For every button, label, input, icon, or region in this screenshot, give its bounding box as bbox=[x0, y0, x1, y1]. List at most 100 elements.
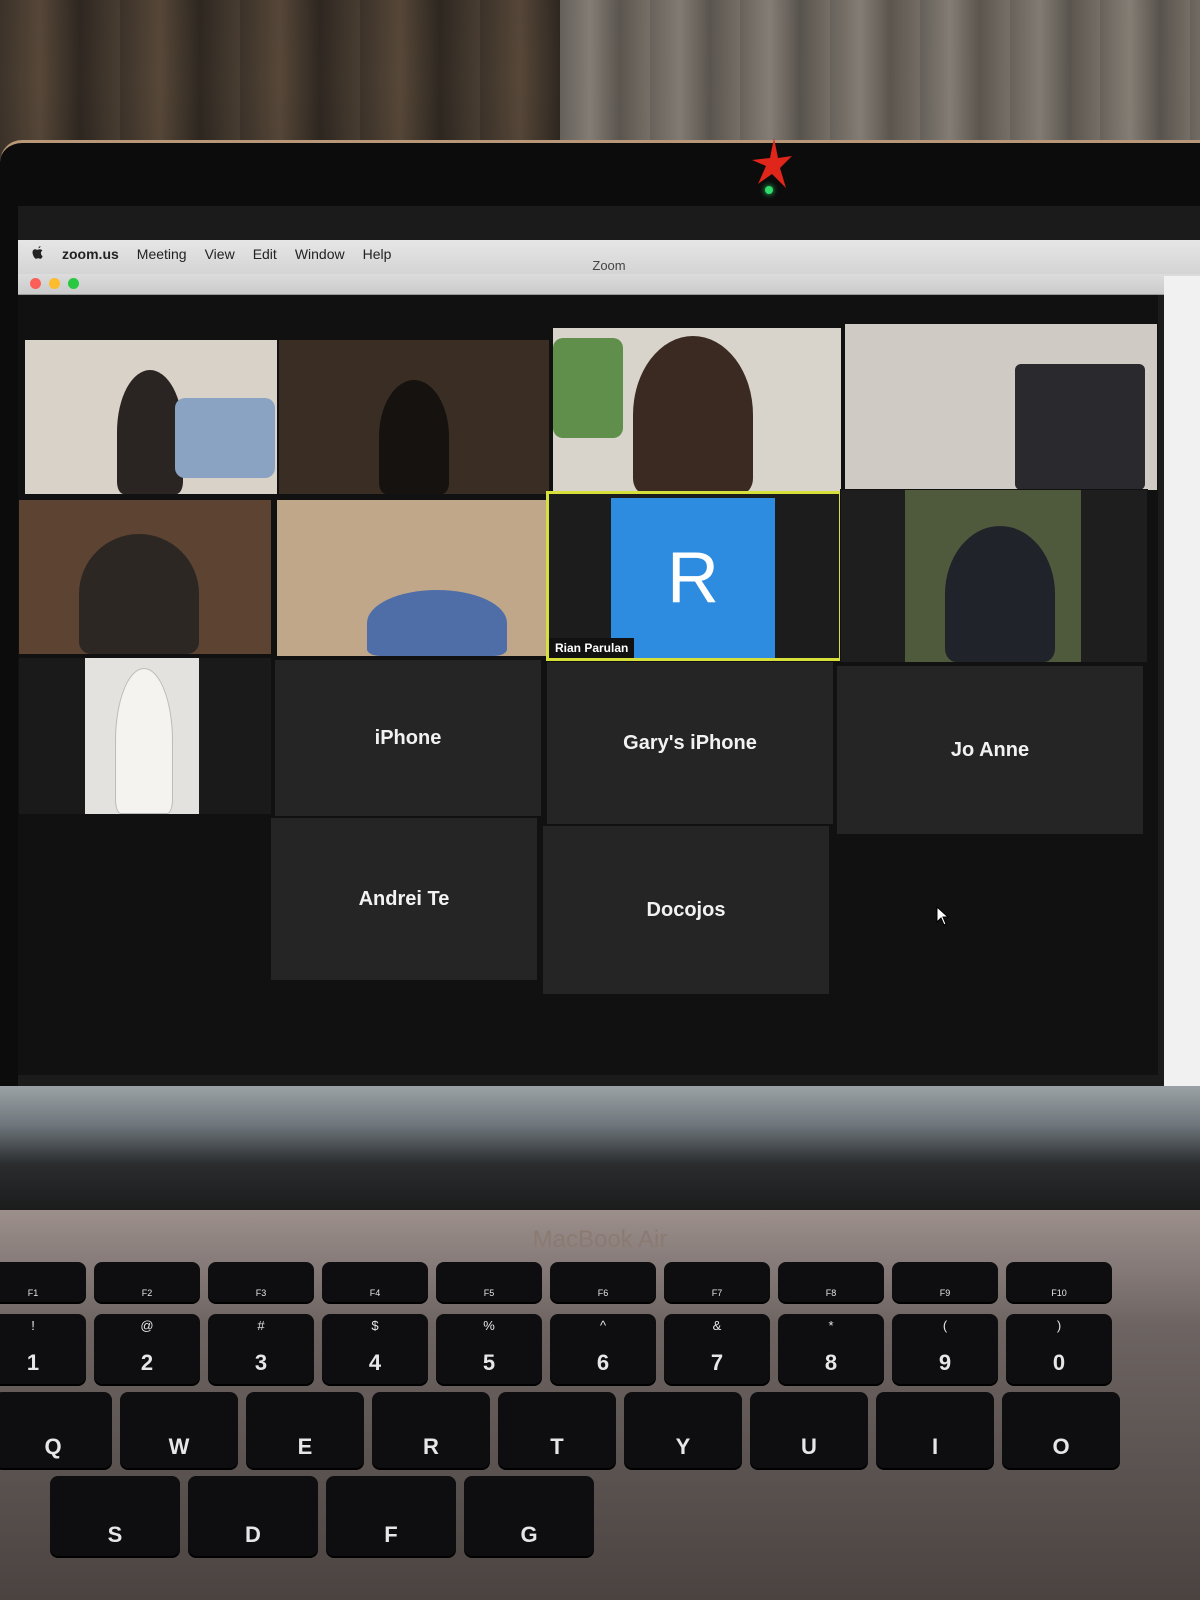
participant-video-tile[interactable] bbox=[276, 499, 548, 657]
key-t[interactable]: T bbox=[498, 1392, 616, 1468]
key-label: F10 bbox=[1051, 1288, 1067, 1298]
key-f10[interactable]: F10 bbox=[1006, 1262, 1112, 1302]
key-6[interactable]: ^ 6 bbox=[550, 1314, 656, 1384]
avatar-initial: R bbox=[667, 538, 719, 618]
key-q[interactable]: Q bbox=[0, 1392, 112, 1468]
participant-avatar: R bbox=[611, 498, 775, 658]
window-titlebar: Zoom bbox=[18, 258, 1200, 295]
participant-name-label: Gary's iPhone bbox=[623, 731, 757, 754]
key-i[interactable]: I bbox=[876, 1392, 994, 1468]
key-label: $ bbox=[371, 1318, 379, 1333]
key-f5[interactable]: F5 bbox=[436, 1262, 542, 1302]
key-f8[interactable]: F8 bbox=[778, 1262, 884, 1302]
key-label: @ bbox=[140, 1318, 154, 1333]
key-o[interactable]: O bbox=[1002, 1392, 1120, 1468]
participant-video-tile[interactable] bbox=[552, 327, 842, 495]
participant-name-tile[interactable]: Docojos bbox=[542, 825, 830, 995]
key-f3[interactable]: F3 bbox=[208, 1262, 314, 1302]
key-g[interactable]: G bbox=[464, 1476, 594, 1556]
key-8[interactable]: * 8 bbox=[778, 1314, 884, 1384]
key-label: * bbox=[828, 1318, 834, 1333]
key-e[interactable]: E bbox=[246, 1392, 364, 1468]
key-f7[interactable]: F7 bbox=[664, 1262, 770, 1302]
key-label: % bbox=[483, 1318, 495, 1333]
key-f6[interactable]: F6 bbox=[550, 1262, 656, 1302]
key-label: & bbox=[712, 1318, 722, 1333]
maximize-window-button[interactable] bbox=[68, 278, 79, 289]
participant-video-tile[interactable] bbox=[844, 323, 1158, 491]
key-label: U bbox=[801, 1434, 817, 1459]
minimize-window-button[interactable] bbox=[49, 278, 60, 289]
key-f[interactable]: F bbox=[326, 1476, 456, 1556]
key-label: 3 bbox=[254, 1350, 268, 1375]
key-0[interactable]: ) 0 bbox=[1006, 1314, 1112, 1384]
key-label: S bbox=[107, 1522, 123, 1547]
laptop-brand-label: MacBook Air bbox=[532, 1226, 668, 1253]
close-window-button[interactable] bbox=[30, 278, 41, 289]
key-3[interactable]: #3 bbox=[208, 1314, 314, 1384]
key-label: W bbox=[168, 1434, 190, 1459]
key-label: F9 bbox=[939, 1288, 951, 1298]
key-label: I bbox=[931, 1434, 939, 1459]
key-4[interactable]: $4 bbox=[322, 1314, 428, 1384]
key-f2[interactable]: F2 bbox=[94, 1262, 200, 1302]
participant-video-tile[interactable] bbox=[840, 489, 1148, 663]
participant-video-tile[interactable] bbox=[24, 339, 278, 495]
participant-name-label: Rian Parulan bbox=[549, 638, 635, 658]
key-label: F1 bbox=[27, 1288, 39, 1298]
key-label: F4 bbox=[369, 1288, 381, 1298]
key-label: F3 bbox=[255, 1288, 267, 1298]
key-5[interactable]: % 5 bbox=[436, 1314, 542, 1384]
key-label: ) bbox=[1056, 1318, 1062, 1333]
key-label: ( bbox=[942, 1318, 948, 1333]
key-label: F bbox=[384, 1522, 398, 1547]
key-label: 7 bbox=[710, 1350, 724, 1375]
window-title: Zoom bbox=[592, 258, 626, 273]
active-speaker-tile[interactable]: R Rian Parulan bbox=[546, 491, 842, 661]
participant-name-tile[interactable]: Gary's iPhone bbox=[546, 661, 834, 825]
key-y[interactable]: Y bbox=[624, 1392, 742, 1468]
key-label: F8 bbox=[825, 1288, 837, 1298]
mouse-pointer-icon bbox=[936, 906, 950, 926]
key-s[interactable]: S bbox=[50, 1476, 180, 1556]
key-d[interactable]: D bbox=[188, 1476, 318, 1556]
participant-name-label: iPhone bbox=[374, 726, 442, 749]
participant-video-tile[interactable] bbox=[278, 339, 550, 495]
key-7[interactable]: & 7 bbox=[664, 1314, 770, 1384]
key-label: 4 bbox=[368, 1350, 382, 1375]
key-9[interactable]: (9 bbox=[892, 1314, 998, 1384]
key-label: 8 bbox=[824, 1350, 838, 1375]
participant-video-tile[interactable] bbox=[18, 499, 272, 655]
laptop-screen: zoom.us Meeting View Edit Window Help Zo… bbox=[18, 206, 1200, 1086]
key-label: 2 bbox=[140, 1350, 154, 1375]
key-r[interactable]: R bbox=[372, 1392, 490, 1468]
star-sticker-icon bbox=[752, 138, 792, 188]
key-label: 6 bbox=[596, 1350, 610, 1375]
key-2[interactable]: @2 bbox=[94, 1314, 200, 1384]
key-label: ! bbox=[31, 1318, 35, 1333]
key-label: G bbox=[520, 1522, 538, 1547]
participant-name-tile[interactable]: iPhone bbox=[274, 659, 542, 817]
participant-name-label: Andrei Te bbox=[358, 887, 450, 910]
key-label: 9 bbox=[938, 1350, 952, 1375]
key-label: F6 bbox=[597, 1288, 609, 1298]
participant-video-tile[interactable] bbox=[18, 657, 272, 815]
participant-name-tile[interactable]: Jo Anne bbox=[836, 665, 1144, 835]
key-1[interactable]: ! 1 bbox=[0, 1314, 86, 1384]
key-f9[interactable]: F9 bbox=[892, 1262, 998, 1302]
key-label: 0 bbox=[1052, 1350, 1066, 1375]
key-u[interactable]: U bbox=[750, 1392, 868, 1468]
participant-name-tile[interactable]: Andrei Te bbox=[270, 817, 538, 981]
side-panel-edge bbox=[1164, 276, 1200, 1086]
key-w[interactable]: W bbox=[120, 1392, 238, 1468]
key-label: ^ bbox=[599, 1318, 607, 1333]
key-f4[interactable]: F4 bbox=[322, 1262, 428, 1302]
key-label: F5 bbox=[483, 1288, 495, 1298]
key-label: 1 bbox=[26, 1350, 40, 1375]
key-label: T bbox=[550, 1434, 564, 1459]
key-f1[interactable]: F1 bbox=[0, 1262, 86, 1302]
key-label: Y bbox=[675, 1434, 691, 1459]
camera-indicator-icon bbox=[765, 186, 773, 194]
screen-bottom-bezel bbox=[0, 1086, 1200, 1216]
participant-name-label: Jo Anne bbox=[950, 738, 1030, 761]
